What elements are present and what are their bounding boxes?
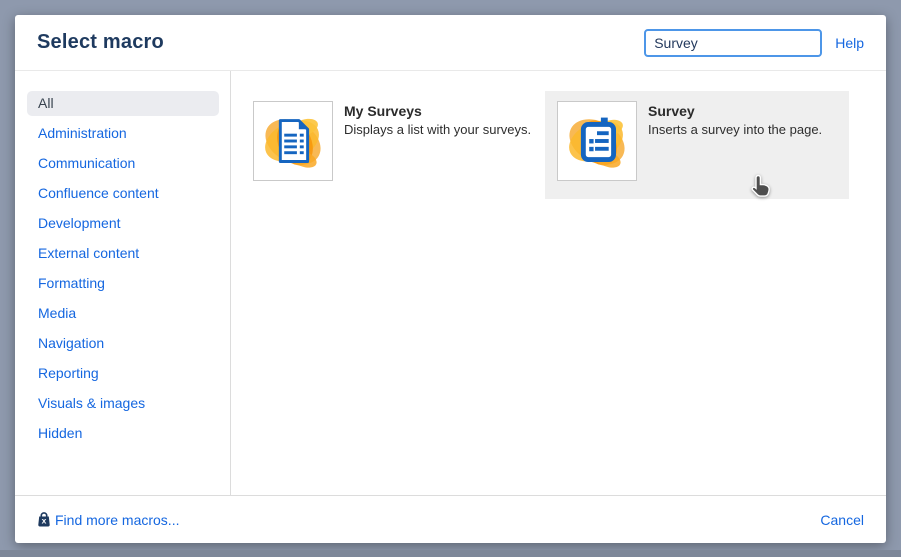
dialog-title: Select macro (37, 31, 164, 54)
macro-name: Survey (648, 103, 822, 119)
macro-item-my-surveys[interactable]: My Surveys Displays a list with your sur… (241, 91, 545, 199)
survey-clipboard-icon (558, 102, 636, 180)
sidebar-item-media[interactable]: Media (27, 301, 219, 326)
macro-list: My Surveys Displays a list with your sur… (241, 91, 886, 199)
dialog-body: All Administration Communication Conflue… (15, 71, 886, 495)
sidebar-item-visuals-images[interactable]: Visuals & images (27, 391, 219, 416)
marketplace-bag-icon: x (37, 512, 51, 527)
sidebar-item-development[interactable]: Development (27, 211, 219, 236)
macro-description: Displays a list with your surveys. (344, 122, 531, 137)
dialog-header: Select macro Help (15, 15, 886, 71)
overlay-bottom-strip (0, 550, 901, 557)
my-surveys-icon-box (253, 101, 333, 181)
macro-text: Survey Inserts a survey into the page. (648, 101, 822, 137)
sidebar-item-hidden[interactable]: Hidden (27, 421, 219, 446)
page: { "colors": { "overlay": "#8e99ad", "ove… (0, 0, 901, 557)
dialog-footer: x Find more macros... Cancel (15, 495, 886, 543)
macro-description: Inserts a survey into the page. (648, 122, 822, 137)
sidebar-item-confluence-content[interactable]: Confluence content (27, 181, 219, 206)
category-sidebar: All Administration Communication Conflue… (15, 71, 231, 495)
macro-results-panel: My Surveys Displays a list with your sur… (231, 71, 886, 495)
sidebar-item-communication[interactable]: Communication (27, 151, 219, 176)
macro-text: My Surveys Displays a list with your sur… (344, 101, 531, 137)
sidebar-item-reporting[interactable]: Reporting (27, 361, 219, 386)
my-surveys-document-icon (254, 102, 332, 180)
header-right: Help (644, 29, 864, 57)
sidebar-item-navigation[interactable]: Navigation (27, 331, 219, 356)
sidebar-item-administration[interactable]: Administration (27, 121, 219, 146)
find-more-macros-link[interactable]: x Find more macros... (37, 512, 179, 528)
macro-name: My Surveys (344, 103, 531, 119)
select-macro-dialog: Select macro Help All Administration Com… (15, 15, 886, 543)
survey-icon-box (557, 101, 637, 181)
macro-item-survey[interactable]: Survey Inserts a survey into the page. (545, 91, 849, 199)
help-link[interactable]: Help (835, 35, 864, 51)
macro-search-input[interactable] (644, 29, 822, 57)
find-more-macros-label: Find more macros... (55, 512, 179, 528)
sidebar-item-all[interactable]: All (27, 91, 219, 116)
cancel-link[interactable]: Cancel (820, 512, 864, 528)
sidebar-item-formatting[interactable]: Formatting (27, 271, 219, 296)
sidebar-item-external-content[interactable]: External content (27, 241, 219, 266)
svg-text:x: x (42, 516, 47, 526)
